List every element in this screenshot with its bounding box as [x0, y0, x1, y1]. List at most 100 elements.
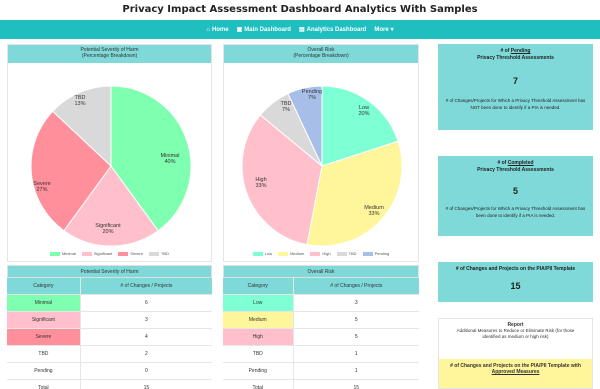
legend-tbd2-label: TBD	[348, 251, 357, 256]
legend-tbd2-swatch	[336, 251, 347, 256]
report-card-body-subheader: Approved Measures	[491, 369, 540, 375]
top-navbar: ⌂ Home ▣ Main Dashboard ▤ Analytics Dashboa…	[0, 20, 600, 39]
severity-val-significant: 3	[145, 317, 148, 323]
risk-pie-chart: Low 20% Medium 33% High 33% TBD 7% Pendi…	[241, 85, 403, 247]
legend-tbd2[interactable]: TBD	[336, 251, 357, 256]
legend-severe-label: Severe	[130, 251, 143, 256]
severity-table-col-category: Category	[7, 278, 81, 294]
risk-table-col-count: # of Changes / Projects	[330, 283, 383, 289]
legend-tbd-label: TBD	[160, 251, 169, 256]
severity-cat-severe: Severe	[7, 329, 81, 345]
severity-cat-total: Total	[7, 380, 81, 389]
template-card-count: 15	[510, 281, 521, 291]
severity-table: Potential Severity of Harm Category # of…	[7, 265, 212, 389]
nav-home[interactable]: ⌂ Home	[206, 27, 228, 33]
dashboard-icon: ▣	[236, 27, 243, 33]
severity-pie-legend: Minimal Significant Severe TBD	[8, 251, 211, 256]
nav-more-dropdown[interactable]: More ▾	[374, 26, 394, 34]
pending-card-subheader: Privacy Threshold Assessments	[477, 55, 554, 61]
legend-tbd-swatch	[148, 251, 159, 256]
pie2-label-medium-pct: 33%	[368, 211, 379, 217]
legend-pending-label: Pending	[374, 251, 390, 256]
legend-tbd[interactable]: TBD	[148, 251, 169, 256]
pending-card-header: # of Pending	[500, 48, 531, 54]
table-row: TBD 2	[7, 346, 212, 363]
table-row: Significant 3	[7, 312, 212, 329]
nav-home-label: Home	[211, 26, 229, 33]
pie1-label-minimal-pct: 40%	[164, 159, 175, 165]
severity-pie-chart: Minimal 40% Significant 20% Severe 27% T…	[30, 85, 192, 247]
legend-low-label: Low	[264, 251, 273, 256]
severity-cat-pending: Pending	[7, 363, 81, 379]
severity-pie-header: Potential Severity of Harm (Percentage B…	[8, 45, 211, 63]
risk-table-title: Overall Risk	[223, 265, 419, 278]
legend-low[interactable]: Low	[252, 251, 273, 256]
nav-main-dashboard-label: Main Dashboard	[244, 26, 291, 33]
risk-val-total: 15	[353, 385, 360, 389]
severity-cat-tbd: TBD	[7, 346, 81, 362]
risk-cat-low: Low	[223, 295, 294, 311]
report-card-desc: Additional Measures to Reduce or Elimina…	[456, 328, 575, 339]
table-row: Medium 5	[223, 312, 419, 329]
caret-down-icon: ▾	[390, 27, 394, 33]
completed-card-count: 5	[512, 186, 518, 196]
legend-medium-label: Medium	[290, 251, 305, 256]
legend-high[interactable]: High	[310, 251, 331, 256]
table-row: TBD 1	[223, 346, 419, 363]
pending-pta-card: # of Pending Privacy Threshold Assessmen…	[438, 44, 593, 130]
completed-card-header: # of Completed	[497, 160, 534, 166]
risk-cat-tbd: TBD	[223, 346, 294, 362]
table-row: Low 3	[223, 295, 419, 312]
pie2-label-high-pct: 33%	[255, 183, 266, 189]
table-row: Minimal 6	[7, 295, 212, 312]
pie2-label-tbd-pct: 7%	[282, 107, 290, 113]
completed-card-desc: # of Changes/Projects for Which a Privac…	[445, 206, 586, 218]
risk-val-tbd: 1	[354, 351, 358, 357]
risk-val-medium: 5	[354, 317, 358, 323]
risk-table-col-category: Category	[223, 278, 294, 294]
legend-high-label: High	[322, 251, 331, 256]
pending-card-count: 7	[512, 76, 518, 86]
severity-val-tbd: 2	[145, 351, 148, 357]
completed-pta-card: # of Completed Privacy Threshold Assessm…	[438, 156, 593, 236]
legend-low-swatch	[252, 251, 263, 256]
table-row: Total 15	[7, 380, 212, 389]
legend-severe[interactable]: Severe	[118, 251, 143, 256]
table-row: High 5	[223, 329, 419, 346]
risk-pie-panel: Overall Risk (Percentage Breakdown) Low …	[223, 44, 419, 262]
report-card-head: Report Additional Measures to Reduce or …	[439, 319, 592, 340]
risk-table: Overall Risk Category # of Changes / Pro…	[223, 265, 419, 389]
pending-card-desc: # of Changes/Projects for Which a Privac…	[445, 98, 586, 110]
severity-val-minimal: 6	[145, 300, 148, 306]
page-title: Privacy Impact Assessment Dashboard Anal…	[122, 4, 478, 15]
table-row: Pending 1	[223, 363, 419, 380]
risk-cat-high: High	[223, 329, 294, 345]
risk-pie-subtitle: (Percentage Breakdown)	[293, 53, 349, 59]
legend-medium[interactable]: Medium	[278, 251, 304, 256]
table-row: Severe 4	[7, 329, 212, 346]
risk-pie-header: Overall Risk (Percentage Breakdown)	[224, 45, 418, 63]
nav-main-dashboard[interactable]: ▣ Main Dashboard	[236, 26, 291, 34]
legend-significant[interactable]: Significant	[81, 251, 112, 256]
completed-card-subheader: Privacy Threshold Assessments	[477, 167, 554, 173]
severity-table-header-row: Category # of Changes / Projects	[7, 278, 212, 295]
severity-val-severe: 4	[145, 334, 148, 340]
legend-pending[interactable]: Pending	[362, 251, 390, 256]
report-card-body: # of Changes and Projects on the PIA/PII…	[439, 359, 592, 388]
nav-analytics-dashboard[interactable]: ▤ Analytics Dashboard	[299, 26, 367, 34]
template-card: # of Changes and Projects on the PIA/PII…	[438, 262, 593, 302]
nav-analytics-dashboard-label: Analytics Dashboard	[306, 26, 367, 33]
legend-significant-swatch	[81, 251, 92, 256]
table-row: Pending 0	[7, 363, 212, 380]
severity-pie-panel: Potential Severity of Harm (Percentage B…	[7, 44, 212, 262]
risk-val-high: 5	[354, 334, 358, 340]
severity-table-col-count: # of Changes / Projects	[120, 283, 173, 289]
legend-minimal-swatch	[50, 251, 61, 256]
severity-table-title: Potential Severity of Harm	[7, 265, 212, 278]
risk-table-header-row: Category # of Changes / Projects	[223, 278, 419, 295]
legend-minimal[interactable]: Minimal	[50, 251, 76, 256]
risk-val-low: 3	[354, 300, 358, 306]
legend-medium-swatch	[278, 251, 289, 256]
home-icon: ⌂	[206, 26, 210, 33]
severity-val-pending: 0	[145, 368, 148, 374]
